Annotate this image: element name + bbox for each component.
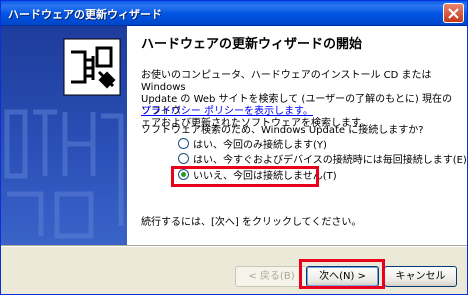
radio-option-yes-once[interactable]: はい、今回のみ接続します(Y) bbox=[178, 138, 327, 151]
connect-question: ソフトウェア検索のため、Windows Update に接続しますか? bbox=[141, 125, 424, 136]
continue-instruction: 続行するには、[次へ] をクリックしてください。 bbox=[141, 217, 362, 228]
hardware-icon bbox=[63, 38, 121, 96]
wizard-side-panel bbox=[1, 26, 127, 245]
radio-button[interactable] bbox=[178, 138, 189, 149]
close-icon bbox=[448, 8, 459, 19]
window-title: ハードウェアの更新ウィザード bbox=[8, 8, 162, 21]
radio-label: はい、今すぐおよびデバイスの接続時には毎回接続します(E) bbox=[193, 155, 467, 166]
cancel-button[interactable]: キャンセル bbox=[384, 266, 457, 287]
highlight-box bbox=[171, 166, 319, 187]
close-button[interactable] bbox=[443, 3, 464, 23]
footer-separator bbox=[1, 245, 467, 247]
radio-label: はい、今回のみ接続します(Y) bbox=[193, 140, 327, 151]
title-bar[interactable]: ハードウェアの更新ウィザード bbox=[1, 1, 467, 26]
wizard-content: ハードウェアの更新ウィザードの開始 お使いのコンピュータ、ハードウェアのインスト… bbox=[1, 26, 467, 245]
radio-button[interactable] bbox=[178, 153, 189, 164]
wizard-window: ハードウェアの更新ウィザード ハードウェアの更新ウィザードの開始 お使いのコンピ… bbox=[0, 0, 468, 295]
back-button[interactable]: < 戻る(B) bbox=[235, 266, 308, 287]
highlight-box bbox=[299, 259, 385, 289]
privacy-policy-link[interactable]: プライバシー ポリシーを表示します。 bbox=[141, 106, 313, 118]
page-title: ハードウェアの更新ウィザードの開始 bbox=[141, 37, 363, 52]
radio-option-yes-always[interactable]: はい、今すぐおよびデバイスの接続時には毎回接続します(E) bbox=[178, 153, 467, 166]
description-line: お使いのコンピュータ、ハードウェアのインストール CD または Windows bbox=[141, 70, 432, 93]
